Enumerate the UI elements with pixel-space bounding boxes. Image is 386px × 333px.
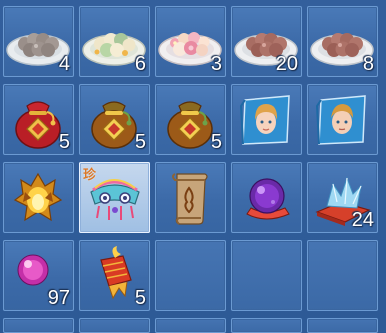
inventory-slot-empty[interactable] xyxy=(307,240,378,311)
item-count: 4 xyxy=(58,53,70,75)
inventory-slot[interactable]: 5 xyxy=(79,84,150,155)
inventory-slot[interactable]: 20 xyxy=(231,6,302,77)
inventory-slot[interactable]: 6 xyxy=(79,6,150,77)
item-count: 5 xyxy=(134,287,146,309)
inventory-slot[interactable]: 97 xyxy=(3,240,74,311)
inventory-slot[interactable]: 珍 xyxy=(79,162,150,233)
inventory-slot[interactable]: 8 xyxy=(307,6,378,77)
flame-crystal-egg-icon xyxy=(13,172,63,222)
rare-badge: 珍 xyxy=(83,168,97,183)
inventory-slot-empty[interactable] xyxy=(231,240,302,311)
inventory-slot[interactable]: 3 xyxy=(155,6,226,77)
item-count: 5 xyxy=(58,131,70,153)
inventory-slot[interactable] xyxy=(307,84,378,155)
item-count: 5 xyxy=(134,131,146,153)
item-count: 6 xyxy=(134,53,146,75)
item-count: 20 xyxy=(275,53,298,75)
inventory-slot[interactable]: 4 xyxy=(3,6,74,77)
inventory-slot-empty[interactable] xyxy=(79,318,150,333)
inventory-slot[interactable] xyxy=(3,162,74,233)
inventory-grid: 4 6 3 20 8 5 5 5 珍 24 97 5 xyxy=(0,0,386,333)
boy-portrait-card-icon xyxy=(315,95,366,145)
inventory-slot[interactable] xyxy=(155,162,226,233)
inventory-slot-empty[interactable] xyxy=(307,318,378,333)
inventory-slot[interactable]: 24 xyxy=(307,162,378,233)
inventory-slot[interactable] xyxy=(231,162,302,233)
inventory-slot-empty[interactable] xyxy=(155,240,226,311)
inventory-slot-empty[interactable] xyxy=(155,318,226,333)
inventory-slot[interactable]: 5 xyxy=(3,84,74,155)
girl-portrait-card-icon xyxy=(239,95,290,145)
purple-orb-icon xyxy=(246,178,290,220)
item-count: 97 xyxy=(47,287,70,309)
item-count: 8 xyxy=(362,53,374,75)
inventory-slot[interactable]: 5 xyxy=(79,240,150,311)
item-count: 5 xyxy=(210,131,222,153)
inventory-slot-empty[interactable] xyxy=(231,318,302,333)
inventory-slot[interactable] xyxy=(231,84,302,155)
inventory-slot[interactable]: 5 xyxy=(155,84,226,155)
ancient-scroll-icon xyxy=(172,173,208,225)
inventory-slot-empty[interactable] xyxy=(3,318,74,333)
item-count: 24 xyxy=(351,209,374,231)
item-count: 3 xyxy=(210,53,222,75)
